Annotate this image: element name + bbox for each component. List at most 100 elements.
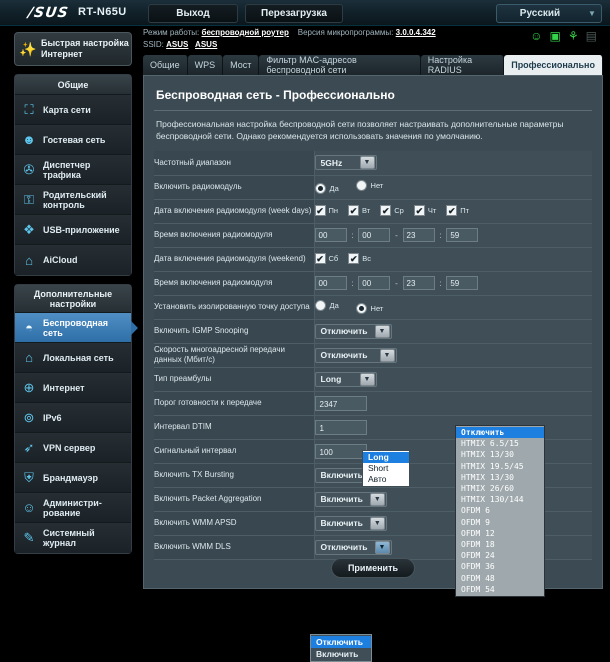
weekend-checkbox-Сб[interactable]: ✔ Сб — [314, 253, 338, 265]
ssid-value-1[interactable]: ASUS — [166, 40, 188, 49]
sidebar-item-aicloud[interactable]: ⌂ AiCloud — [15, 245, 131, 275]
label-beacon: Сигнальный интервал — [154, 439, 315, 463]
dropdown-option[interactable]: OFDM 54 — [456, 584, 544, 595]
weekend-end-minute[interactable]: 59 — [446, 276, 479, 290]
sidebar-item-network-map[interactable]: ⛶ Карта сети — [15, 95, 131, 125]
dropdown-option[interactable]: OFDM 12 — [456, 528, 544, 539]
user-icon[interactable]: ☺ — [530, 29, 542, 43]
weekday-checkbox-Ср[interactable]: ✔ Ср — [380, 205, 404, 217]
table-row-radio-enable: Включить радиомодуль Да Нет — [154, 175, 592, 199]
tab-2[interactable]: Мост — [223, 55, 260, 75]
tab-0[interactable]: Общие — [143, 55, 188, 75]
label-tx-bursting: Включить TX Bursting — [154, 463, 315, 487]
radio-enable-no[interactable]: Нет — [355, 180, 383, 191]
weekday-start-hour[interactable]: 00 — [314, 228, 347, 242]
ap-isolated-no[interactable]: Нет — [355, 303, 383, 314]
monitor-icon[interactable]: ▣ — [550, 29, 561, 43]
sidebar-item-ipv6[interactable]: ⊚ IPv6 — [15, 403, 131, 433]
sidebar-item-administration[interactable]: ☺ Администри-рование — [15, 493, 131, 523]
printer-icon[interactable]: ▤ — [586, 29, 597, 43]
mcast-rate-select[interactable]: Отключить ▼ — [314, 347, 397, 363]
igmp-select[interactable]: Отключить ▼ — [314, 323, 392, 339]
dropdown-option[interactable]: OFDM 24 — [456, 550, 544, 561]
reboot-button[interactable]: Перезагрузка — [245, 4, 343, 23]
weekend-start-hour[interactable]: 00 — [314, 276, 347, 290]
dropdown-option[interactable]: Отключить — [456, 427, 544, 439]
dropdown-option[interactable]: HTMIX 130/144 — [456, 494, 544, 505]
label-wmm-dls: Включить WMM DLS — [154, 535, 315, 559]
dropdown-option[interactable]: OFDM 36 — [456, 561, 544, 572]
usb-icon[interactable]: ⚘ — [568, 29, 579, 43]
network-map-icon: ⛶ — [24, 101, 34, 117]
wmm-dls-select[interactable]: Отключить ▼ — [314, 539, 392, 555]
dropdown-option[interactable]: OFDM 6 — [456, 505, 544, 516]
radio-enable-yes[interactable]: Да — [314, 183, 339, 194]
dropdown-option[interactable]: HTMIX 19.5/45 — [456, 461, 544, 472]
wmm-dls-dropdown-list[interactable]: Отключить Включить — [310, 634, 372, 662]
sidebar-item-system-log[interactable]: ✎ Системный журнал — [15, 523, 131, 553]
quick-internet-setup-button[interactable]: ✨ Быстрая настройка Интернет — [14, 32, 132, 66]
weekday-checkbox-Чт[interactable]: ✔ Чт — [413, 205, 436, 217]
tab-4[interactable]: Настройка RADIUS — [420, 55, 505, 75]
dropdown-option[interactable]: OFDM 9 — [456, 517, 544, 528]
wmm-apsd-select[interactable]: Включить ▼ — [314, 515, 387, 531]
weekday-checkbox-Пн[interactable]: ✔ Пн — [314, 205, 338, 217]
sidebar-item-wan[interactable]: ⊕ Интернет — [15, 373, 131, 403]
tab-3[interactable]: Фильтр MAC-адресов беспроводной сети — [259, 55, 421, 75]
dropdown-option[interactable]: Short — [363, 463, 409, 474]
sidebar-item-parental-control[interactable]: ⚿ Родительский контроль — [15, 185, 131, 215]
weekday-checkbox-Вт[interactable]: ✔ Вт — [348, 205, 370, 217]
dropdown-option[interactable]: Long — [363, 452, 409, 463]
weekday-end-minute[interactable]: 59 — [446, 228, 479, 242]
sidebar-item-vpn[interactable]: ➶ VPN сервер — [15, 433, 131, 463]
dropdown-option[interactable]: Включить — [311, 648, 371, 660]
sidebar-item-usb-application[interactable]: ❖ USB-приложение — [15, 215, 131, 245]
dropdown-option[interactable]: OFDM 18 — [456, 539, 544, 550]
language-selector[interactable]: Русский ▼ — [496, 4, 602, 23]
chevron-down-icon: ▼ — [369, 492, 385, 506]
ap-isolated-yes[interactable]: Да — [314, 300, 339, 311]
beacon-input[interactable]: 100 — [314, 443, 367, 459]
mcast-rate-dropdown-list[interactable]: Отключить HTMIX 6.5/15 HTMIX 13/30 HTMIX 19… — [455, 425, 545, 598]
rts-input[interactable]: 2347 — [314, 395, 367, 411]
mode-value[interactable]: беспроводной роутер — [202, 28, 289, 37]
weekend-start-minute[interactable]: 00 — [358, 276, 391, 290]
tab-1[interactable]: WPS — [187, 55, 224, 75]
weekday-start-minute[interactable]: 00 — [358, 228, 391, 242]
wmm-apsd-value: Включить — [320, 518, 363, 528]
checkbox-checked-icon: ✔ — [348, 205, 360, 217]
sidebar-item-lan[interactable]: ⌂ Локальная сеть — [15, 343, 131, 373]
weekday-checkbox-Пт[interactable]: ✔ Пт — [446, 205, 469, 217]
table-row-band: Частотный диапазон 5GHz ▼ — [154, 151, 592, 175]
dropdown-option[interactable]: HTMIX 13/30 — [456, 472, 544, 483]
band-select[interactable]: 5GHz ▼ — [314, 155, 377, 171]
sidebar-item-label: Администри-рование — [43, 497, 102, 518]
firmware-value[interactable]: 3.0.0.4.342 — [396, 28, 436, 37]
preamble-dropdown-list[interactable]: Long Short Авто — [362, 450, 410, 487]
label-radio-enable: Включить радиомодуль — [154, 175, 315, 199]
apply-button[interactable]: Применить — [330, 558, 416, 578]
dropdown-option[interactable]: OFDM 48 — [456, 573, 544, 584]
dropdown-option[interactable]: HTMIX 13/30 — [456, 449, 544, 460]
weekend-checkbox-Вс[interactable]: ✔ Вс — [348, 253, 371, 265]
ssid-value-2[interactable]: ASUS — [195, 40, 217, 49]
packet-agg-select[interactable]: Включить ▼ — [314, 491, 387, 507]
tab-5[interactable]: Профессионально — [504, 55, 603, 75]
sidebar-item-traffic-manager[interactable]: ✇ Диспетчер трафика — [15, 155, 131, 185]
dtim-input[interactable]: 1 — [314, 419, 367, 435]
label-weekend-days: Дата включения радиомодуля (weekend) — [154, 247, 315, 271]
preamble-select[interactable]: Long ▼ — [314, 371, 377, 387]
time-colon: : — [439, 278, 442, 288]
sidebar-item-firewall[interactable]: ⛨ Брандмауэр — [15, 463, 131, 493]
weekday-end-hour[interactable]: 23 — [402, 228, 435, 242]
sidebar-item-label: Брандмауэр — [43, 472, 99, 483]
logout-button[interactable]: Выход — [148, 4, 238, 23]
dropdown-option[interactable]: HTMIX 26/60 — [456, 483, 544, 494]
weekend-end-hour[interactable]: 23 — [402, 276, 435, 290]
sidebar-item-wireless[interactable]: ◓ Беспроводная сеть — [15, 313, 138, 343]
checkbox-checked-icon: ✔ — [446, 205, 458, 217]
sidebar-item-guest-network[interactable]: ☻ Гостевая сеть — [15, 125, 131, 155]
dropdown-option[interactable]: HTMIX 6.5/15 — [456, 438, 544, 449]
dropdown-option[interactable]: Авто — [363, 474, 409, 485]
dropdown-option[interactable]: Отключить — [311, 636, 371, 648]
